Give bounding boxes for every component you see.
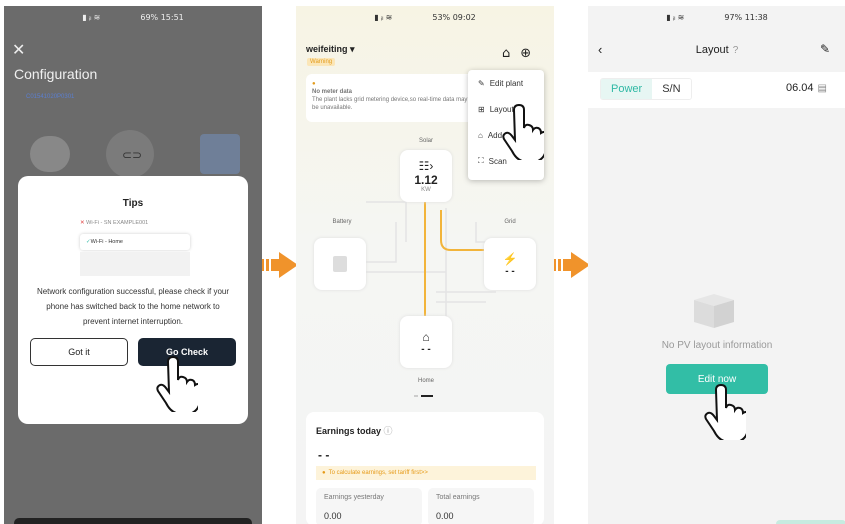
page-title: Layout?: [588, 40, 845, 60]
battery-level: 69%: [140, 12, 159, 22]
yesterday-label: Earnings yesterday: [324, 494, 384, 501]
warning-icon: ●: [322, 470, 326, 476]
energy-flow: Solar ☷› 1.12 KW Battery Grid ⚡ - - ⌂ - …: [296, 132, 554, 407]
edit-icon[interactable]: ✎: [820, 42, 830, 56]
home-icon: ⌂: [422, 329, 430, 344]
plant-selector[interactable]: weifeiting ▾: [306, 44, 355, 55]
phone-configuration: ▮ ᵢₗ ≋ 69% 15:51 ✕ Configuration C015410…: [4, 6, 262, 524]
page-title: Configuration: [14, 66, 98, 82]
home-value: - -: [421, 343, 431, 355]
clock: 15:51: [160, 12, 184, 22]
page-dot: [414, 395, 418, 397]
total-label: Total earnings: [436, 494, 480, 501]
phone-plant-overview: ▮ ᵢₗ ≋ 53% 09:02 weifeiting ▾ Warning ⌂ …: [296, 6, 554, 524]
status-bar: ▮ ᵢₗ ≋ 53% 09:02: [296, 6, 554, 28]
battery-icon: [333, 256, 347, 272]
notice-body: The plant lacks grid metering device,so …: [312, 97, 468, 111]
home-node[interactable]: ⌂ - -: [400, 316, 452, 368]
battery-level: 97%: [724, 12, 743, 22]
plant-icon[interactable]: ⌂: [502, 46, 510, 61]
home-label: Home: [417, 378, 434, 384]
empty-message: No PV layout information: [661, 340, 773, 351]
menu-label: Edit plant: [489, 78, 524, 88]
calendar-icon: ▤: [817, 82, 827, 94]
tariff-tip-text: To calculate earnings, set tariff first>…: [328, 470, 428, 476]
status-badge: Warning: [307, 58, 336, 66]
earnings-title: Earnings today ⓘ: [316, 424, 393, 437]
warning-icon: ●: [312, 81, 316, 87]
grid-value: - -: [505, 265, 515, 277]
plant-name: weifeiting: [306, 44, 348, 54]
yesterday-earnings: Earnings yesterday 0.00: [316, 488, 422, 524]
notice-title: No meter data: [312, 89, 353, 95]
arrow-right-icon: [554, 252, 590, 278]
bottom-tab-hint: [776, 520, 845, 524]
device-serial: C01541020P0301: [26, 94, 75, 100]
grid-node[interactable]: ⚡ - -: [484, 238, 536, 290]
earnings-value: - -: [318, 448, 330, 462]
solar-label: Solar: [418, 138, 433, 144]
date-value: 06.04: [786, 82, 814, 94]
header-actions: ⌂ ⊕: [502, 46, 531, 61]
yesterday-value: 0.00: [324, 511, 342, 521]
pencil-icon: ✎: [478, 78, 485, 88]
date-picker[interactable]: 06.04 ▤: [786, 82, 827, 94]
wifi-home-label: Wi-Fi - Home: [90, 239, 123, 245]
grid-label: Grid: [504, 219, 516, 225]
earnings-card: Earnings today ⓘ - - ● To calculate earni…: [306, 412, 544, 524]
power-tower-icon: ⚡: [502, 251, 518, 266]
total-earnings: Total earnings 0.00: [428, 488, 534, 524]
signal-icon: ▮ ᵢₗ ≋: [666, 12, 685, 22]
earnings-title-text: Earnings today: [316, 426, 382, 436]
wifi-home-row: ✓ Wi-Fi - Home: [80, 234, 190, 250]
layout-icon: ⊞: [478, 104, 485, 114]
menu-item-edit-plant[interactable]: ✎ Edit plant: [468, 70, 544, 96]
close-icon[interactable]: ✕: [12, 40, 25, 60]
solar-panel-icon: ☷›: [418, 159, 434, 173]
signal-icon: ▮ ᵢₗ ≋: [82, 12, 101, 22]
page-title-text: Layout: [695, 44, 729, 56]
clock: 11:38: [744, 12, 768, 22]
status-bar: ▮ ᵢₗ ≋ 97% 11:38: [588, 6, 845, 28]
dialog-message: Network configuration successful, please…: [36, 287, 230, 326]
battery-label: Battery: [332, 219, 352, 225]
empty-box-icon: [694, 294, 734, 328]
got-it-button[interactable]: Got it: [30, 338, 128, 366]
dialog-title: Tips: [122, 198, 144, 209]
clock: 09:02: [452, 12, 476, 22]
view-tabs: Power S/N: [600, 78, 692, 100]
help-icon[interactable]: ⓘ: [384, 426, 393, 436]
svg-text:⊂⊃: ⊂⊃: [122, 148, 142, 162]
pointer-hand-icon: [156, 356, 198, 412]
wifi-list-placeholder: [80, 252, 190, 276]
status-bar: ▮ ᵢₗ ≋ 69% 15:51: [4, 6, 262, 28]
tab-sn[interactable]: S/N: [652, 79, 691, 99]
signal-icon: ▮ ᵢₗ ≋: [374, 12, 393, 22]
pointer-hand-icon: [704, 384, 746, 440]
tips-dialog: Tips ✕ Wi-Fi - SN EXAMPLE001 ✓ Wi-Fi - H…: [18, 176, 248, 424]
battery-level: 53%: [432, 12, 451, 22]
tab-power[interactable]: Power: [601, 79, 653, 99]
page-indicator: [414, 395, 433, 397]
solar-value: 1.12: [414, 173, 438, 187]
caret-down-icon: ▾: [350, 44, 355, 54]
arrow-right-icon: [262, 252, 298, 278]
solar-unit: KW: [421, 187, 431, 193]
battery-node[interactable]: [314, 238, 366, 290]
phone-layout: ▮ ᵢₗ ≋ 97% 11:38 ‹ Layout? ✎ Power S/N 0…: [588, 6, 845, 524]
solar-node[interactable]: ☷› 1.12 KW: [400, 150, 452, 202]
page-dot-active: [421, 395, 433, 397]
tariff-tip[interactable]: ● To calculate earnings, set tariff first…: [316, 466, 536, 480]
total-value: 0.00: [436, 511, 454, 521]
add-circle-icon[interactable]: ⊕: [520, 46, 531, 61]
help-icon[interactable]: ?: [733, 45, 739, 56]
wifi-device-row: ✕ Wi-Fi - SN EXAMPLE001: [80, 220, 190, 226]
wifi-device-label: Wi-Fi - SN EXAMPLE001: [86, 220, 149, 226]
bottom-bar: [14, 518, 252, 524]
